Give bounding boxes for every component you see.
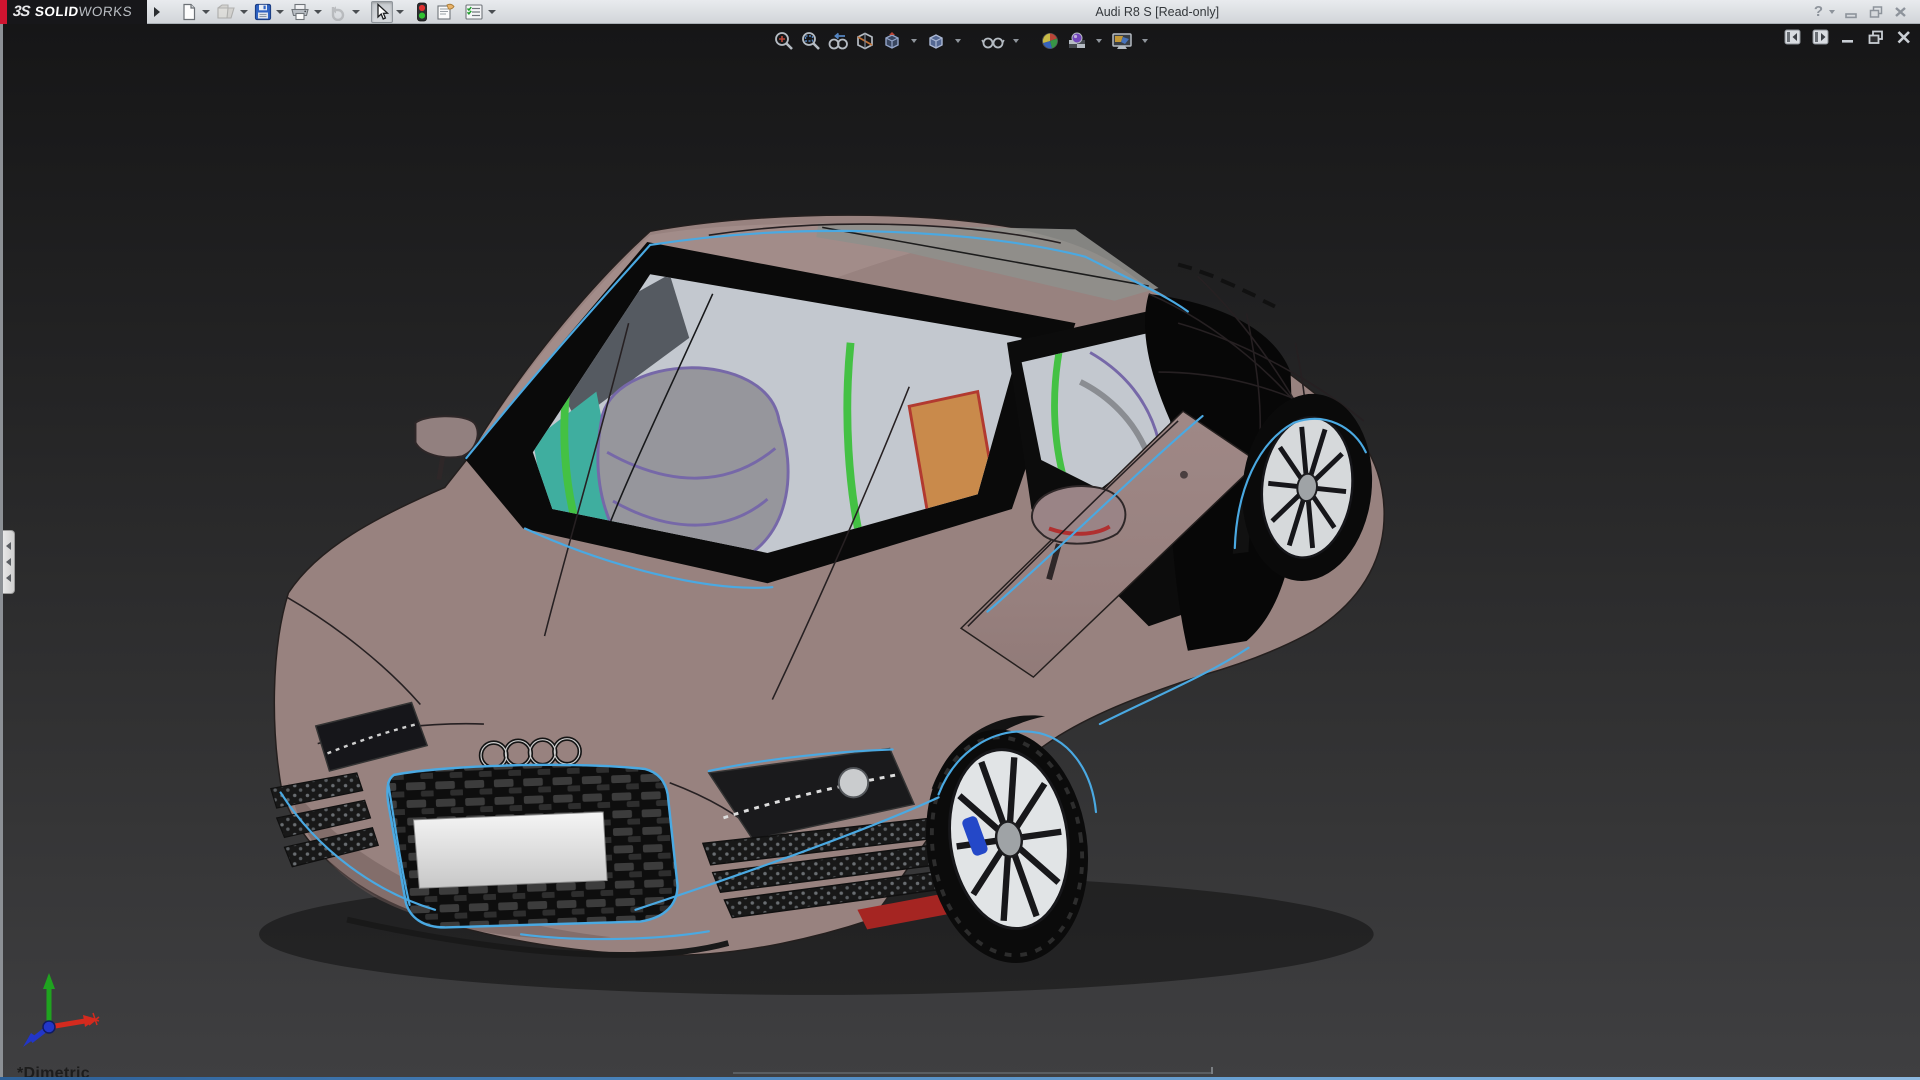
hide-show-items-icon [981, 30, 1005, 52]
print-icon [290, 3, 310, 21]
collapse-pane-left-button[interactable] [1784, 29, 1801, 45]
apply-scene-button[interactable] [1065, 29, 1089, 53]
display-style-button[interactable] [924, 29, 948, 53]
logo-red-stripe [0, 0, 7, 24]
open-button[interactable] [215, 1, 237, 23]
options-dropdown-caret[interactable] [488, 10, 496, 14]
window-title: Audi R8 S [Read-only] [501, 5, 1814, 19]
edit-appearance-button[interactable] [1038, 29, 1062, 53]
statusbar-notch [733, 1072, 1213, 1074]
headsup-view-toolbar [766, 27, 1158, 55]
zoom-to-fit-button[interactable] [772, 29, 796, 53]
close-button[interactable] [1893, 5, 1908, 19]
view-settings-caret[interactable] [1142, 39, 1148, 43]
open-dropdown-caret[interactable] [240, 10, 248, 14]
apply-scene-caret[interactable] [1096, 39, 1102, 43]
file-properties-button[interactable] [435, 1, 457, 23]
solidworks-logo: 3S SOLIDWORKS [0, 0, 147, 24]
options-button[interactable] [463, 1, 485, 23]
save-button[interactable] [253, 1, 273, 23]
view-settings-button[interactable] [1109, 29, 1135, 53]
license-plate [414, 812, 608, 888]
featuremanager-collapsed-strip[interactable] [3, 530, 15, 594]
view-orientation-button[interactable] [880, 29, 904, 53]
zoom-to-area-icon [800, 30, 822, 52]
view-orientation-icon [881, 30, 903, 52]
statusbar-tick [1211, 1067, 1213, 1074]
zoom-to-area-button[interactable] [799, 29, 823, 53]
previous-view-icon [827, 30, 849, 52]
undo-icon [328, 3, 348, 21]
document-window-controls [1784, 29, 1912, 45]
hide-show-items-button[interactable] [980, 29, 1006, 53]
save-dropdown-caret[interactable] [276, 10, 284, 14]
collapse-arrow-icon [6, 574, 11, 582]
graphics-viewport[interactable]: *Dimetric [0, 24, 1920, 1077]
new-button[interactable] [179, 1, 199, 23]
display-style-caret[interactable] [955, 39, 961, 43]
help-button[interactable]: ? [1814, 3, 1823, 20]
restore-button[interactable] [1868, 5, 1884, 19]
select-cursor-icon [373, 3, 391, 21]
select-button[interactable] [371, 1, 393, 23]
section-view-button[interactable] [853, 29, 877, 53]
save-icon [254, 3, 272, 21]
rebuild-traffic-light-icon [416, 2, 428, 22]
view-orientation-label: *Dimetric [17, 1065, 90, 1077]
reference-triad [19, 965, 105, 1051]
model-audi-r8 [3, 24, 1920, 1077]
doc-close-button[interactable] [1896, 29, 1912, 45]
edit-appearance-icon [1039, 30, 1061, 52]
previous-view-button[interactable] [826, 29, 850, 53]
window-controls: ? [1814, 3, 1920, 20]
open-folder-icon [216, 3, 236, 21]
undo-dropdown-caret[interactable] [352, 10, 360, 14]
zoom-to-fit-icon [773, 30, 795, 52]
file-properties-icon [436, 3, 456, 21]
minimize-button[interactable] [1844, 5, 1859, 19]
display-style-icon [925, 30, 947, 52]
collapse-arrow-icon [6, 542, 11, 550]
options-icon [464, 3, 484, 21]
doc-restore-button[interactable] [1867, 29, 1885, 45]
hide-show-items-caret[interactable] [1013, 39, 1019, 43]
rebuild-button[interactable] [415, 1, 429, 23]
select-dropdown-caret[interactable] [396, 10, 404, 14]
collapse-arrow-icon [6, 558, 11, 566]
print-dropdown-caret[interactable] [314, 10, 322, 14]
view-settings-icon [1110, 30, 1134, 52]
doc-minimize-button[interactable] [1840, 29, 1856, 45]
menu-expand-arrow-icon[interactable] [149, 2, 165, 22]
new-dropdown-caret[interactable] [202, 10, 210, 14]
titlebar: 3S SOLIDWORKS [0, 0, 1920, 24]
help-dropdown-caret[interactable] [1829, 10, 1835, 14]
apply-scene-icon [1066, 30, 1088, 52]
undo-button[interactable] [327, 1, 349, 23]
view-orientation-caret[interactable] [911, 39, 917, 43]
collapse-pane-right-button[interactable] [1812, 29, 1829, 45]
section-view-icon [854, 30, 876, 52]
brand-text: SOLIDWORKS [35, 4, 134, 19]
ds-logo-mark: 3S [12, 3, 30, 20]
main-toolbar [179, 0, 501, 24]
print-button[interactable] [289, 1, 311, 23]
new-document-icon [180, 3, 198, 21]
